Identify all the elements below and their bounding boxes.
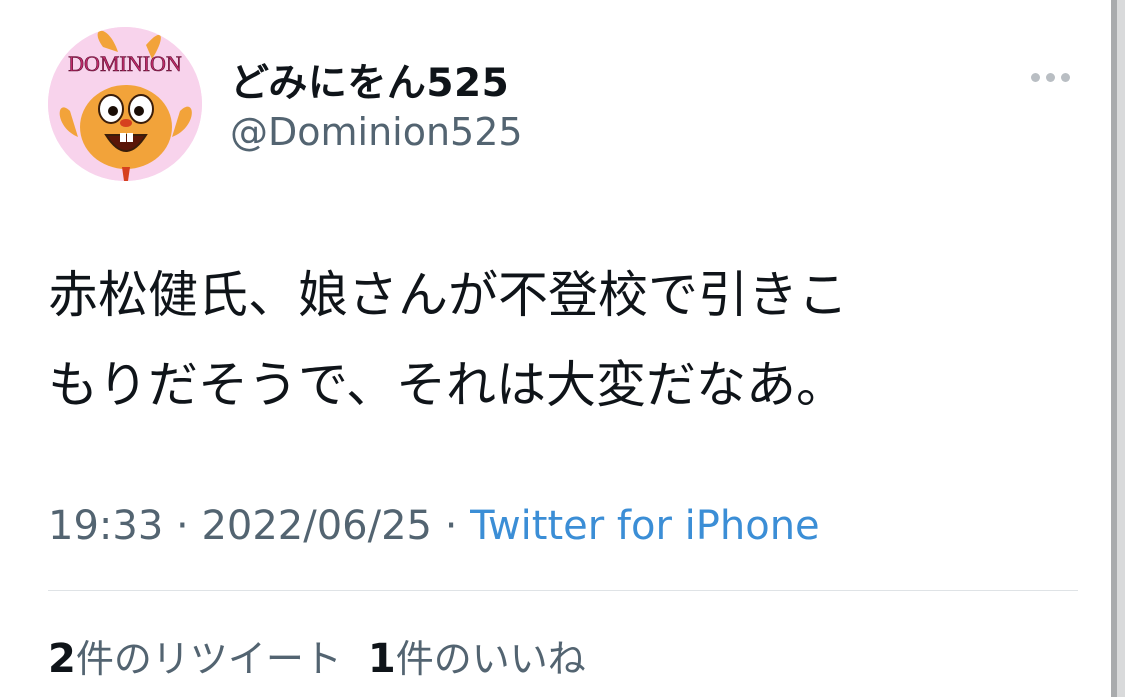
tweet-text-line: もりだそうで、それは大変だなあ。	[48, 356, 846, 414]
tweet-stats: 2件のリツイート 1件のいいね	[48, 628, 586, 683]
display-name[interactable]: どみにをん525	[230, 52, 509, 108]
like-label: 件のいいね	[395, 637, 586, 681]
tweet-time[interactable]: 19:33	[48, 503, 163, 549]
meta-separator: ·	[163, 503, 202, 549]
more-horizontal-icon	[1030, 72, 1040, 82]
tweet-date[interactable]: 2022/06/25	[201, 503, 432, 549]
tweet-text-line: 赤松健氏、娘さんが不登校で引きこ	[48, 266, 848, 324]
more-horizontal-icon	[1045, 72, 1055, 82]
meta-separator: ·	[431, 503, 471, 549]
scrollbar-thumb[interactable]	[1111, 0, 1117, 697]
tweet-text: 赤松健氏、娘さんが不登校で引きこ もりだそうで、それは大変だなあ。	[48, 250, 1058, 430]
retweets-stat[interactable]: 2件のリツイート	[48, 628, 342, 683]
likes-stat[interactable]: 1件のいいね	[368, 628, 586, 683]
more-options-button[interactable]	[1022, 60, 1078, 94]
more-horizontal-icon	[1060, 72, 1070, 82]
retweet-label: 件のリツイート	[75, 637, 342, 681]
avatar[interactable]: DOMINION	[48, 27, 202, 181]
retweet-count: 2	[48, 636, 76, 682]
like-count: 1	[367, 636, 396, 682]
tweet-source-link[interactable]: Twitter for iPhone	[470, 503, 820, 549]
divider	[48, 590, 1078, 591]
avatar-bunny-image: DOMINION	[48, 27, 202, 181]
scrollbar[interactable]	[1111, 0, 1125, 697]
user-handle[interactable]: @Dominion525	[230, 110, 523, 154]
avatar-logo-text: DOMINION	[68, 51, 182, 76]
tweet-metadata: 19:33 · 2022/06/25 · Twitter for iPhone	[48, 503, 820, 549]
